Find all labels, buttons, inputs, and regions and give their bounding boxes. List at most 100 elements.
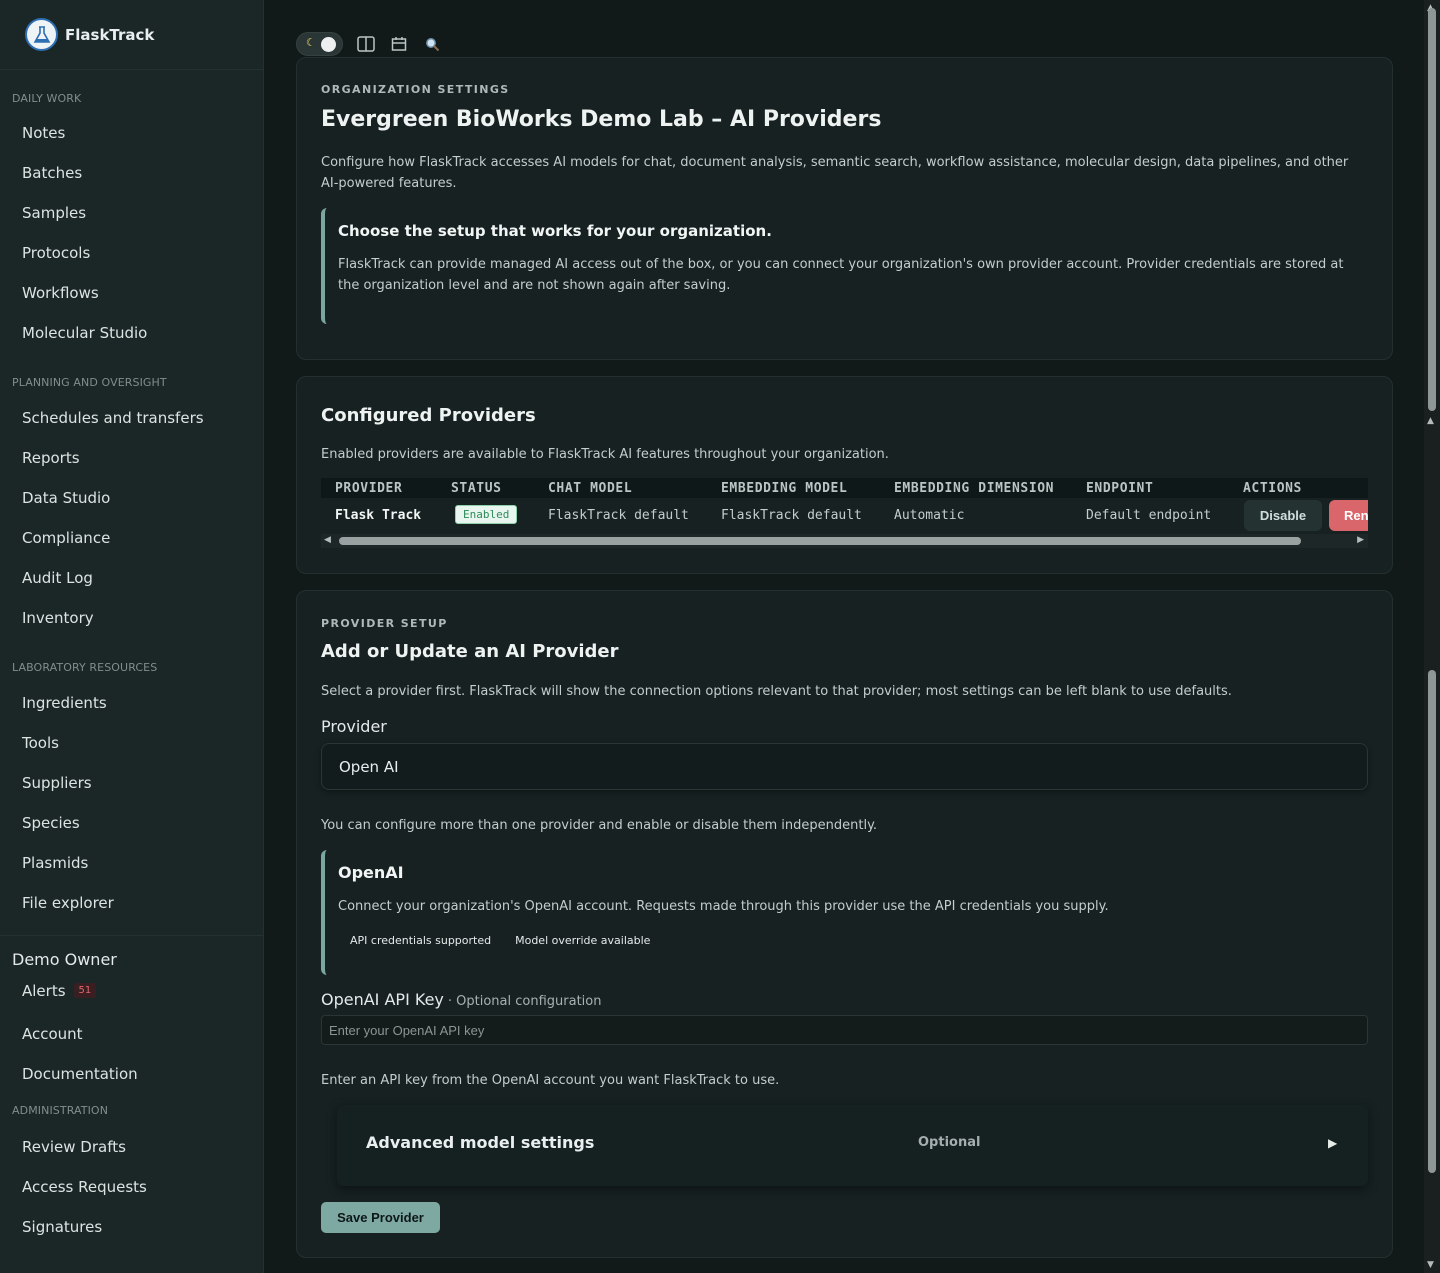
setup-callout: Choose the setup that works for your org… <box>321 208 1368 324</box>
scrollbar-thumb[interactable] <box>1428 670 1436 1173</box>
scroll-up-icon[interactable]: ▲ <box>1427 416 1434 426</box>
sidebar-item-reports[interactable]: Reports <box>0 438 263 478</box>
user-name: Demo Owner <box>12 950 117 969</box>
remove-button[interactable]: Ren <box>1329 500 1368 531</box>
col-status: STATUS <box>451 481 502 496</box>
moon-icon: ☾ <box>306 36 316 49</box>
api-key-label: OpenAI API Key <box>321 990 444 1009</box>
advanced-settings-toggle[interactable]: Advanced model settings Optional ▶ <box>337 1105 1368 1186</box>
row-embedding-dimension: Automatic <box>894 508 965 523</box>
setup-callout-title: Choose the setup that works for your org… <box>338 222 772 240</box>
page-scrollbar[interactable]: ▲ ▲ ▼ <box>1424 0 1440 1273</box>
sidebar-item-inventory[interactable]: Inventory <box>0 598 263 638</box>
sidebar-item-protocols[interactable]: Protocols <box>0 233 263 273</box>
nav-section-administration: ADMINISTRATION <box>12 1104 109 1117</box>
alerts-count-badge: 51 <box>73 983 97 998</box>
api-key-hint: · Optional configuration <box>447 994 602 1009</box>
providers-table: PROVIDER STATUS CHAT MODEL EMBEDDING MOD… <box>321 478 1368 550</box>
sidebar-item-signatures[interactable]: Signatures <box>0 1207 263 1247</box>
sidebar-item-review-drafts[interactable]: Review Drafts <box>0 1127 263 1167</box>
org-settings-card: ORGANIZATION SETTINGS Evergreen BioWorks… <box>296 57 1393 360</box>
flask-logo-icon <box>25 18 58 51</box>
openai-callout-text: Connect your organization's OpenAI accou… <box>338 899 1109 914</box>
configured-providers-description: Enabled providers are available to Flask… <box>321 447 889 462</box>
col-embedding-model: EMBEDDING MODEL <box>721 481 848 496</box>
calendar-icon[interactable] <box>389 34 409 54</box>
save-provider-button[interactable]: Save Provider <box>321 1202 440 1233</box>
org-settings-description: Configure how FlaskTrack accesses AI mod… <box>321 155 1349 191</box>
sidebar-item-documentation[interactable]: Documentation <box>0 1054 263 1094</box>
openai-callout: OpenAI Connect your organization's OpenA… <box>321 850 1368 975</box>
providers-table-header: PROVIDER STATUS CHAT MODEL EMBEDDING MOD… <box>321 478 1368 498</box>
advanced-settings-optional: Optional <box>918 1135 981 1150</box>
brand[interactable]: FlaskTrack <box>0 0 263 70</box>
sidebar-item-batches[interactable]: Batches <box>0 153 263 193</box>
scroll-down-icon[interactable]: ▼ <box>1427 1260 1434 1270</box>
top-toolbar: ☾ <box>296 31 442 57</box>
alerts-label: Alerts <box>22 981 66 1000</box>
multi-provider-note: You can configure more than one provider… <box>321 818 878 833</box>
row-chat-model: FlaskTrack default <box>548 508 689 523</box>
advanced-settings-title: Advanced model settings <box>366 1133 595 1152</box>
status-badge: Enabled <box>455 505 518 524</box>
scrollbar-thumb[interactable] <box>339 537 1301 545</box>
provider-select[interactable]: Open AI <box>321 743 1368 790</box>
feature-chip: Model override available <box>503 931 663 950</box>
setup-callout-text: FlaskTrack can provide managed AI access… <box>338 257 1344 293</box>
api-key-input[interactable]: Enter your OpenAI API key <box>321 1015 1368 1045</box>
sidebar-item-alerts[interactable]: Alerts 51 <box>0 969 263 1012</box>
sidebar-item-workflows[interactable]: Workflows <box>0 273 263 313</box>
disable-button[interactable]: Disable <box>1244 500 1322 531</box>
nav-section-planning: PLANNING AND OVERSIGHT <box>12 376 167 389</box>
sidebar-item-species[interactable]: Species <box>0 803 263 843</box>
org-settings-eyebrow: ORGANIZATION SETTINGS <box>321 83 510 96</box>
provider-setup-eyebrow: PROVIDER SETUP <box>321 617 448 630</box>
scrollbar-thumb-upper[interactable] <box>1428 8 1436 411</box>
split-view-icon[interactable] <box>356 34 376 54</box>
expand-arrow-icon: ▶ <box>1328 1136 1338 1150</box>
nav-section-lab-resources: LABORATORY RESOURCES <box>12 661 158 674</box>
sidebar-item-compliance[interactable]: Compliance <box>0 518 263 558</box>
provider-setup-card: PROVIDER SETUP Add or Update an AI Provi… <box>296 590 1393 1258</box>
nav-section-daily-work: DAILY WORK <box>12 92 82 105</box>
col-actions: ACTIONS <box>1243 481 1302 496</box>
row-endpoint: Default endpoint <box>1086 508 1212 523</box>
sidebar-item-data-studio[interactable]: Data Studio <box>0 478 263 518</box>
sidebar-item-tools[interactable]: Tools <box>0 723 263 763</box>
sidebar-item-account[interactable]: Account <box>0 1014 263 1054</box>
api-key-help: Enter an API key from the OpenAI account… <box>321 1073 780 1088</box>
sidebar: FlaskTrack DAILY WORK Notes Batches Samp… <box>0 0 264 1273</box>
openai-callout-title: OpenAI <box>338 863 404 882</box>
configured-providers-card: Configured Providers Enabled providers a… <box>296 376 1393 574</box>
col-endpoint: ENDPOINT <box>1086 481 1154 496</box>
sidebar-item-plasmids[interactable]: Plasmids <box>0 843 263 883</box>
provider-setup-title: Add or Update an AI Provider <box>321 641 619 662</box>
scroll-right-icon[interactable]: ▶ <box>1357 535 1364 545</box>
sidebar-item-audit-log[interactable]: Audit Log <box>0 558 263 598</box>
sidebar-item-notes[interactable]: Notes <box>0 113 263 153</box>
scroll-left-icon[interactable]: ◀ <box>324 535 331 545</box>
row-provider: Flask Track <box>335 508 422 523</box>
provider-label: Provider <box>321 717 387 736</box>
col-provider: PROVIDER <box>335 481 403 496</box>
theme-toggle[interactable]: ☾ <box>296 32 343 56</box>
toggle-knob <box>321 37 336 52</box>
configured-providers-title: Configured Providers <box>321 405 536 426</box>
feature-chips: API credentials supported Model override… <box>338 931 1368 950</box>
col-chat-model: CHAT MODEL <box>548 481 633 496</box>
page-title: Evergreen BioWorks Demo Lab – AI Provide… <box>321 107 882 132</box>
api-key-label-row: OpenAI API Key · Optional configuration <box>321 990 602 1009</box>
sidebar-item-suppliers[interactable]: Suppliers <box>0 763 263 803</box>
sidebar-item-ingredients[interactable]: Ingredients <box>0 683 263 723</box>
search-icon[interactable] <box>422 34 442 54</box>
sidebar-item-file-explorer[interactable]: File explorer <box>0 883 263 923</box>
sidebar-item-schedules[interactable]: Schedules and transfers <box>0 398 263 438</box>
sidebar-item-access-requests[interactable]: Access Requests <box>0 1167 263 1207</box>
row-embedding-model: FlaskTrack default <box>721 508 862 523</box>
table-horizontal-scrollbar[interactable]: ◀ ▶ <box>321 534 1368 548</box>
app-name: FlaskTrack <box>65 25 155 44</box>
feature-chip: API credentials supported <box>338 931 504 950</box>
sidebar-item-samples[interactable]: Samples <box>0 193 263 233</box>
provider-setup-description: Select a provider first. FlaskTrack will… <box>321 684 1232 699</box>
sidebar-item-molecular-studio[interactable]: Molecular Studio <box>0 313 263 353</box>
